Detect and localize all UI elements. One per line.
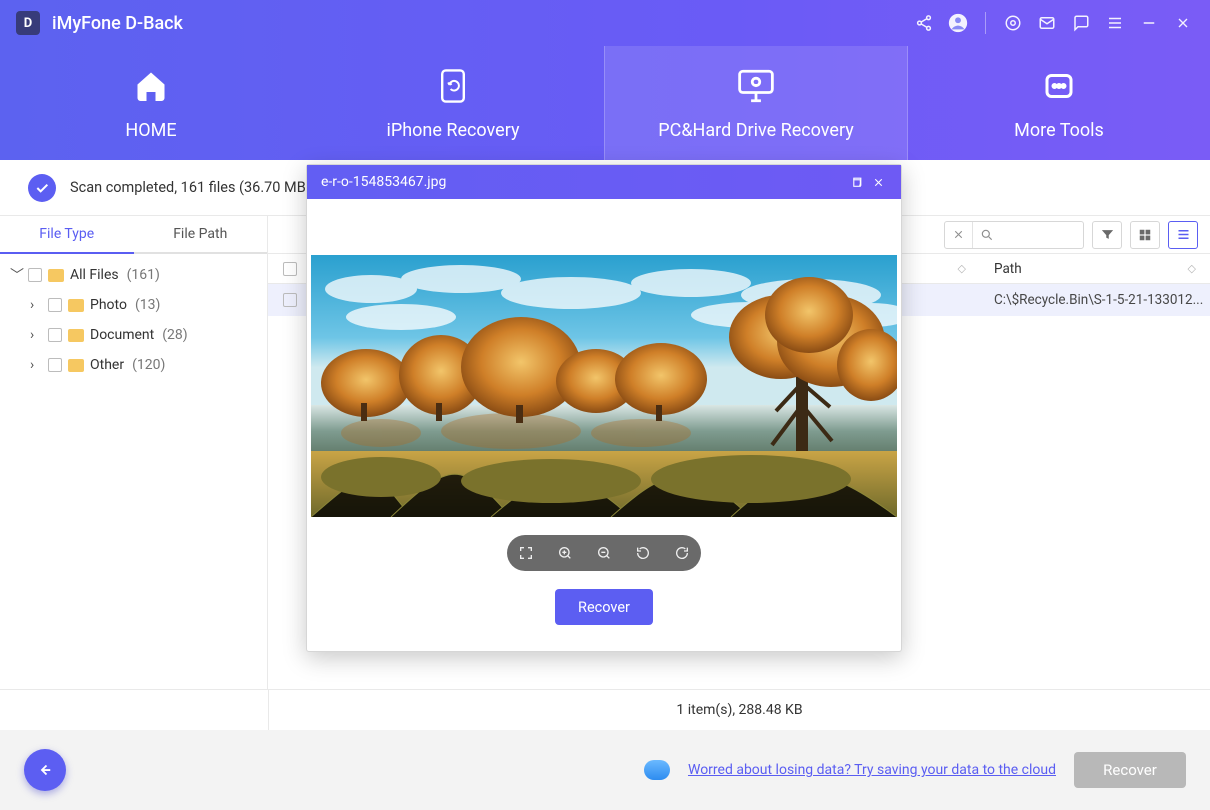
tree-item-other[interactable]: › Other (120)	[0, 350, 267, 380]
nav-more-tools[interactable]: More Tools	[908, 46, 1210, 160]
column-header-path[interactable]: Path ◇	[980, 261, 1210, 277]
footer: Worred about losing data? Try saving you…	[0, 730, 1210, 810]
tree-count: (13)	[135, 297, 160, 313]
sidebar-tab-file-path[interactable]: File Path	[134, 216, 268, 254]
chevron-right-icon[interactable]: ›	[30, 297, 42, 313]
clear-icon[interactable]	[945, 222, 973, 248]
file-tree: ﹀ All Files (161) › Photo (13) › Documen…	[0, 254, 267, 386]
minimize-icon[interactable]	[1138, 12, 1160, 34]
status-text: Scan completed, 161 files (36.70 MB) h	[70, 179, 322, 196]
more-icon	[1039, 66, 1079, 106]
search-box[interactable]	[944, 221, 1084, 249]
preview-dialog: e-r-o-154853467.jpg	[306, 164, 902, 652]
checkbox[interactable]	[48, 358, 62, 372]
row-checkbox[interactable]	[283, 293, 297, 307]
tree-root-all-files[interactable]: ﹀ All Files (161)	[0, 260, 267, 290]
zoom-in-icon[interactable]	[551, 539, 579, 567]
share-icon[interactable]	[913, 12, 935, 34]
checkbox[interactable]	[48, 328, 62, 342]
close-icon[interactable]	[1172, 12, 1194, 34]
checkbox[interactable]	[48, 298, 62, 312]
nav-home[interactable]: HOME	[0, 46, 302, 160]
preview-image	[311, 255, 897, 517]
nav-label: HOME	[125, 120, 176, 141]
rotate-right-icon[interactable]	[668, 539, 696, 567]
gear-icon[interactable]	[1002, 12, 1024, 34]
sort-icon[interactable]: ◇	[1188, 262, 1196, 275]
home-icon	[131, 66, 171, 106]
main-nav: HOME iPhone Recovery PC&Hard Drive Recov…	[0, 46, 1210, 160]
rotate-left-icon[interactable]	[629, 539, 657, 567]
zoom-out-icon[interactable]	[590, 539, 618, 567]
app-logo: D	[16, 11, 40, 35]
menu-icon[interactable]	[1104, 12, 1126, 34]
tree-label: Photo	[90, 297, 127, 313]
user-icon[interactable]	[947, 12, 969, 34]
items-summary: 1 item(s), 288.48 KB	[268, 690, 1210, 730]
row-path: C:\$Recycle.Bin\S-1-5-21-133012...	[980, 292, 1210, 308]
preview-recover-button[interactable]: Recover	[555, 589, 653, 625]
restore-window-icon[interactable]	[845, 171, 867, 193]
feedback-icon[interactable]	[1070, 12, 1092, 34]
folder-icon	[68, 359, 84, 372]
folder-icon	[48, 269, 64, 282]
preview-titlebar[interactable]: e-r-o-154853467.jpg	[307, 165, 901, 199]
preview-filename: e-r-o-154853467.jpg	[321, 174, 446, 190]
cloud-link[interactable]: Worred about losing data? Try saving you…	[688, 762, 1056, 778]
select-all-checkbox[interactable]	[283, 262, 297, 276]
tree-item-photo[interactable]: › Photo (13)	[0, 290, 267, 320]
app-title: iMyFone D-Back	[52, 13, 183, 34]
recover-button[interactable]: Recover	[1074, 752, 1186, 788]
nav-iphone-recovery[interactable]: iPhone Recovery	[302, 46, 604, 160]
check-icon	[28, 174, 56, 202]
filter-button[interactable]	[1092, 221, 1122, 249]
tree-label: All Files	[70, 267, 119, 283]
sidebar-tabs: File Type File Path	[0, 216, 267, 254]
nav-label: PC&Hard Drive Recovery	[658, 120, 853, 141]
tree-count: (161)	[127, 267, 160, 283]
preview-toolbar	[507, 535, 701, 571]
tree-item-document[interactable]: › Document (28)	[0, 320, 267, 350]
tree-label: Document	[90, 327, 154, 343]
chevron-right-icon[interactable]: ›	[30, 327, 42, 343]
nav-label: More Tools	[1014, 120, 1104, 141]
search-icon[interactable]	[973, 222, 1001, 248]
fullscreen-icon[interactable]	[512, 539, 540, 567]
sidebar-tab-file-type[interactable]: File Type	[0, 216, 134, 254]
monitor-icon	[736, 66, 776, 106]
tree-count: (28)	[162, 327, 187, 343]
title-bar: D iMyFone D-Back	[0, 0, 1210, 46]
column-label: Path	[994, 261, 1022, 277]
list-view-button[interactable]	[1168, 221, 1198, 249]
grid-view-button[interactable]	[1130, 221, 1160, 249]
tree-count: (120)	[132, 357, 165, 373]
close-icon[interactable]	[867, 171, 889, 193]
nav-pc-recovery[interactable]: PC&Hard Drive Recovery	[604, 46, 908, 160]
chevron-right-icon[interactable]: ›	[30, 357, 42, 373]
folder-icon	[68, 329, 84, 342]
folder-icon	[68, 299, 84, 312]
nav-label: iPhone Recovery	[387, 120, 520, 141]
checkbox[interactable]	[28, 268, 42, 282]
sidebar: File Type File Path ﹀ All Files (161) › …	[0, 216, 268, 689]
phone-refresh-icon	[433, 66, 473, 106]
sort-icon[interactable]: ◇	[958, 262, 966, 275]
preview-body: Recover	[307, 199, 901, 651]
tree-label: Other	[90, 357, 124, 373]
mail-icon[interactable]	[1036, 12, 1058, 34]
back-button[interactable]	[24, 749, 66, 791]
cloud-icon	[644, 760, 670, 780]
chevron-down-icon[interactable]: ﹀	[10, 265, 22, 285]
